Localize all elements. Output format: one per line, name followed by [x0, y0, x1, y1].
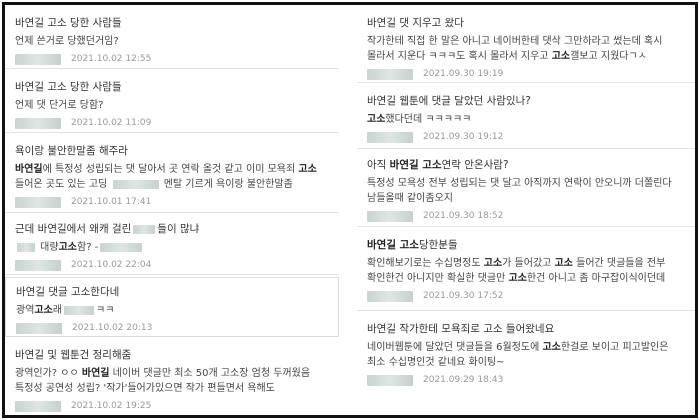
post-card[interactable]: 욕이랑 불안한말좀 해주라 바연길에 특정성 성립되는 댓 달아서 곳 연락 올… — [5, 137, 339, 213]
post-snippet: 특정성 모욕성 전부 성립되는 댓 달고 아직까지 연락이 안오니까 더쫄린다 … — [367, 178, 672, 204]
blurred-author — [15, 259, 61, 271]
post-meta: 2021.10.01 17:41 — [15, 195, 331, 209]
post-snippet: 언제 쓴거로 당했던거임? — [15, 36, 119, 47]
blurred-author — [15, 117, 61, 129]
post-card[interactable]: 바연길 웹툰에 댓글 달았던 사람있나? 고소했다던데 ㅋㅋㅋㅋㅋ 2021.0… — [357, 87, 695, 149]
post-snippet: 광역고소래 ㅋㅋ — [16, 305, 115, 316]
blurred-author — [16, 322, 62, 334]
post-date: 2021.09.30 19:12 — [423, 132, 504, 142]
post-date: 2021.10.02 11:09 — [71, 118, 152, 128]
blurred-author — [367, 210, 413, 222]
post-snippet: 네이버웹툰에 달았던 댓글들을 6월정도에 고소한걸로 보이고 피고발인은 최소… — [367, 342, 669, 368]
blurred-author — [367, 68, 413, 80]
post-meta: 2021.10.02 20:13 — [16, 321, 330, 335]
post-date: 2021.09.29 18:43 — [423, 375, 504, 385]
blurred-author — [15, 400, 61, 412]
post-title[interactable]: 바연길 웹툰에 댓글 달았던 사람있나? — [367, 94, 687, 109]
post-card[interactable]: 근데 바연길에서 왜캐 걸린 들이 많냐 대량고소함? - 2021.10.02 … — [5, 215, 339, 275]
post-date: 2021.10.01 17:41 — [71, 197, 152, 207]
post-snippet: 작가한테 직접 한 말은 아니고 네이버한테 댓삭 그만하라고 썼는데 혹시 몰… — [367, 36, 663, 62]
post-title[interactable]: 욕이랑 불안한말좀 해주라 — [15, 144, 331, 159]
search-results-frame: 바연길 고소 당한 사람들 언제 쓴거로 당했던거임? 2021.10.02 1… — [2, 2, 698, 418]
post-card[interactable]: 바연길 고소 당한 사람들 언제 쓴거로 당했던거임? 2021.10.02 1… — [5, 9, 339, 69]
post-card[interactable]: 바연길 댓 지우고 왔다 작가한테 직접 한 말은 아니고 네이버한테 댓삭 그… — [357, 9, 695, 83]
post-title[interactable]: 바연길 및 웹툰건 정리해줌 — [15, 348, 331, 363]
post-snippet: 대량고소함? - — [15, 240, 331, 255]
post-meta: 2021.09.30 18:52 — [367, 209, 687, 223]
post-meta: 2021.10.02 11:09 — [15, 116, 331, 130]
post-title[interactable]: 바연길 고소당한분들 — [367, 238, 687, 253]
post-snippet: 언제 댓 단거로 당함? — [15, 100, 104, 111]
post-date: 2021.10.02 19:25 — [71, 401, 152, 411]
post-title[interactable]: 바연길 고소 당한 사람들 — [15, 80, 331, 95]
post-date: 2021.10.02 12:55 — [71, 54, 152, 64]
blurred-author — [15, 196, 61, 208]
post-date: 2021.09.30 17:52 — [423, 291, 504, 301]
post-title[interactable]: 바연길 고소 당한 사람들 — [15, 16, 331, 31]
post-meta: 2021.10.02 12:55 — [15, 52, 331, 66]
post-title[interactable]: 바연길 작가한테 모욕죄로 고소 들어왔네요 — [367, 322, 687, 337]
post-snippet: 확인해보기로는 수십명정도 고소가 들어갔고 고소 들어간 댓글들을 전부 확인… — [367, 258, 666, 284]
post-meta: 2021.09.30 17:52 — [367, 289, 687, 303]
post-card[interactable]: 바연길 고소당한분들 확인해보기로는 수십명정도 고소가 들어갔고 고소 들어간… — [357, 231, 695, 311]
post-meta: 2021.10.02 22:04 — [15, 258, 331, 272]
post-card[interactable]: 바연길 고소 당한 사람들 언제 댓 단거로 당함? 2021.10.02 11… — [5, 73, 339, 133]
post-meta: 2021.09.29 18:43 — [367, 373, 687, 387]
post-card[interactable]: 바연길 및 웹툰건 정리해줌 광역인가? ㅇㅇ 바연길 네이버 댓글만 최소 5… — [5, 341, 339, 415]
post-title[interactable]: 바연길 댓 지우고 왔다 — [367, 16, 687, 31]
post-date: 2021.10.02 22:04 — [71, 260, 152, 270]
blurred-author — [367, 131, 413, 143]
post-meta: 2021.09.30 19:12 — [367, 130, 687, 144]
post-snippet: 광역인가? ㅇㅇ 바연길 네이버 댓글만 최소 50개 고소장 엄청 두꺼웠음 … — [15, 368, 311, 394]
post-card[interactable]: 바연길 작가한테 모욕죄로 고소 들어왔네요 네이버웹툰에 달았던 댓글들을 6… — [357, 315, 695, 415]
post-date: 2021.09.30 18:52 — [423, 211, 504, 221]
post-date: 2021.10.02 20:13 — [72, 323, 153, 333]
post-snippet: 고소했다던데 ㅋㅋㅋㅋㅋ — [367, 114, 472, 125]
post-card[interactable]: 아직 바연길 고소연락 안온사람? 특정성 모욕성 전부 성립되는 댓 달고 아… — [357, 151, 695, 227]
post-card[interactable]: 바연길 댓글 고소한다네 광역고소래 ㅋㅋ 2021.10.02 20:13 — [5, 277, 339, 337]
post-date: 2021.09.30 19:19 — [423, 69, 504, 79]
blurred-author — [15, 53, 61, 65]
post-snippet: 바연길에 특정성 성립되는 댓 달아서 곳 연락 올것 같고 이미 모욕죄 고소… — [15, 164, 317, 190]
post-title[interactable]: 바연길 댓글 고소한다네 — [16, 285, 330, 300]
post-title[interactable]: 근데 바연길에서 왜캐 걸린 들이 많냐 — [15, 222, 331, 237]
post-meta: 2021.10.02 19:25 — [15, 399, 331, 413]
blurred-author — [367, 290, 413, 302]
post-meta: 2021.09.30 19:19 — [367, 67, 687, 81]
post-title[interactable]: 아직 바연길 고소연락 안온사람? — [367, 158, 687, 173]
blurred-author — [367, 374, 413, 386]
